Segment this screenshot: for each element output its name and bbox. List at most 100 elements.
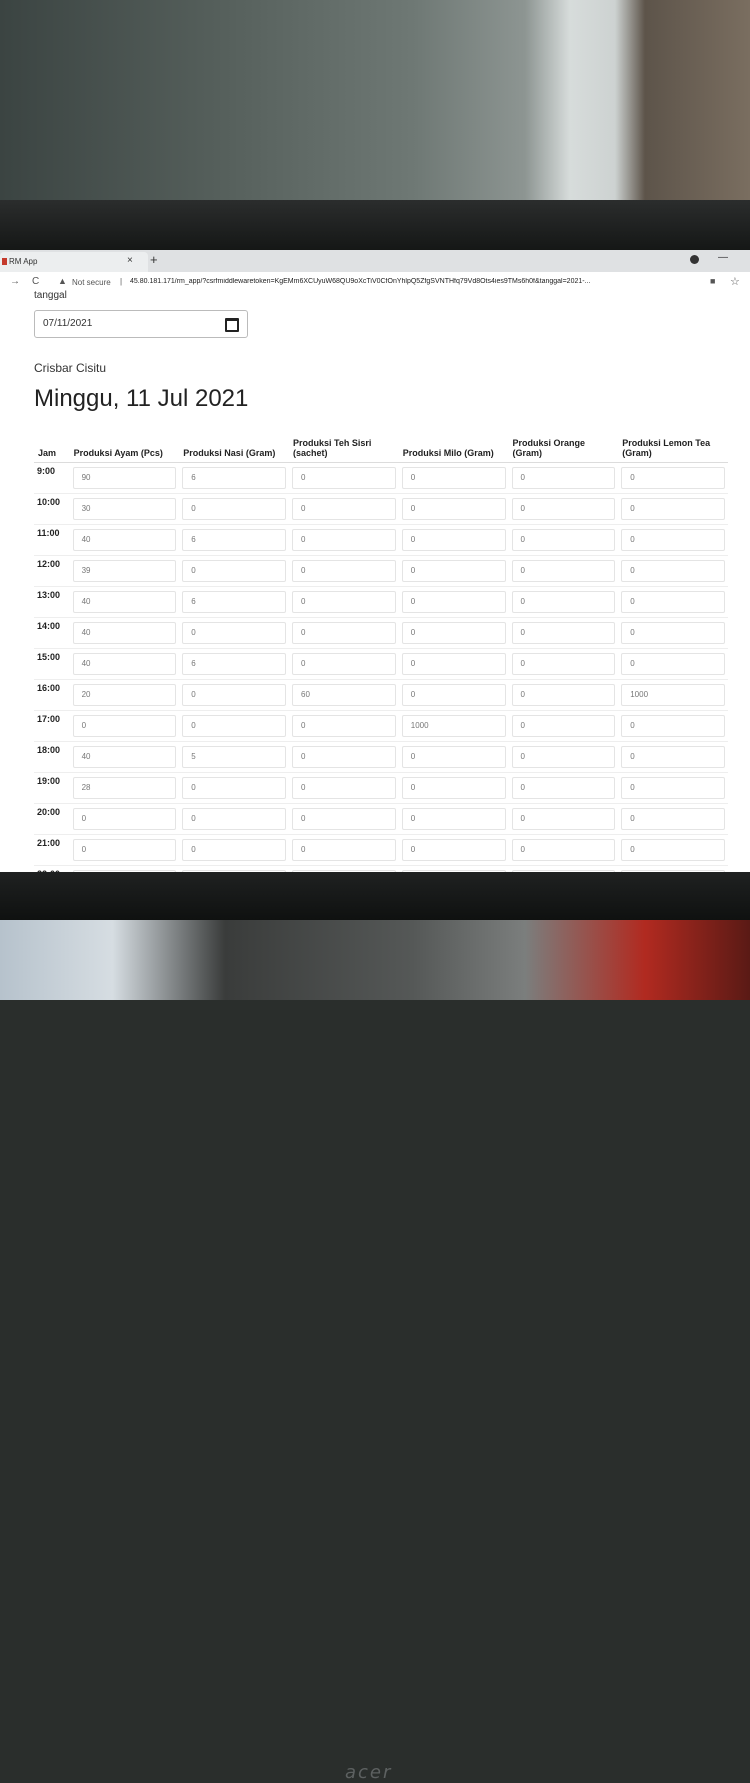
value-input[interactable]: 0 xyxy=(182,684,287,706)
value-input[interactable]: 40 xyxy=(72,529,177,551)
value-input[interactable]: 0 xyxy=(401,591,506,613)
value-input[interactable]: 0 xyxy=(621,839,725,861)
value-input[interactable]: 20 xyxy=(72,684,177,706)
value-input[interactable]: 0 xyxy=(72,839,177,861)
value-input[interactable]: 0 xyxy=(72,715,177,737)
value-input[interactable]: 0 xyxy=(621,808,725,830)
table-cell: 0 xyxy=(618,586,728,618)
value-input[interactable]: 0 xyxy=(401,529,506,551)
value-input[interactable]: 0 xyxy=(401,498,506,520)
value-input[interactable]: 0 xyxy=(292,715,396,737)
value-input[interactable]: 6 xyxy=(182,529,287,551)
value-input[interactable]: 6 xyxy=(182,653,287,675)
new-tab-button[interactable]: + xyxy=(150,252,158,267)
value-input[interactable]: 0 xyxy=(182,839,287,861)
value-input[interactable]: 0 xyxy=(621,746,725,768)
value-input[interactable]: 40 xyxy=(72,591,177,613)
table-row: 12:00 39 0 0 0 0 0 xyxy=(34,555,728,587)
table-cell: 0 xyxy=(508,834,619,866)
value-input[interactable]: 0 xyxy=(511,591,616,613)
value-input[interactable]: 0 xyxy=(621,591,725,613)
value-input[interactable]: 0 xyxy=(401,777,506,799)
value-input[interactable]: 5 xyxy=(182,746,287,768)
value-input[interactable]: 0 xyxy=(292,529,396,551)
value-input[interactable]: 0 xyxy=(292,560,396,582)
extension-icon[interactable]: ■ xyxy=(710,276,715,286)
record-icon[interactable] xyxy=(690,255,699,264)
date-input[interactable]: 07/11/2021 xyxy=(34,310,248,338)
url-text[interactable]: 45.80.181.171/rm_app/?csrfmiddlewaretoke… xyxy=(130,278,700,285)
value-input[interactable]: 0 xyxy=(401,467,506,489)
value-input[interactable]: 40 xyxy=(72,653,177,675)
value-input[interactable]: 0 xyxy=(621,529,725,551)
value-input[interactable]: 0 xyxy=(401,839,506,861)
bookmark-star-icon[interactable]: ☆ xyxy=(730,275,740,288)
value-input[interactable]: 40 xyxy=(72,746,177,768)
value-input[interactable]: 0 xyxy=(511,684,616,706)
value-input[interactable]: 0 xyxy=(292,777,396,799)
value-input[interactable]: 28 xyxy=(72,777,177,799)
calendar-icon[interactable] xyxy=(225,318,239,332)
value-input[interactable]: 90 xyxy=(72,467,177,489)
value-input[interactable]: 6 xyxy=(182,591,287,613)
value-input[interactable]: 0 xyxy=(621,560,725,582)
table-cell: 0 xyxy=(398,803,509,835)
value-input[interactable]: 0 xyxy=(621,715,725,737)
value-input[interactable]: 0 xyxy=(511,622,616,644)
value-input[interactable]: 0 xyxy=(511,777,616,799)
value-input[interactable]: 0 xyxy=(511,498,616,520)
value-input[interactable]: 0 xyxy=(511,467,616,489)
table-cell: 0 xyxy=(618,772,728,804)
browser-tab[interactable]: RM App × xyxy=(0,252,148,272)
value-input[interactable]: 0 xyxy=(401,808,506,830)
row-time: 21:00 xyxy=(34,834,70,866)
forward-arrow-icon[interactable]: → xyxy=(10,276,20,287)
value-input[interactable]: 0 xyxy=(182,808,287,830)
value-input[interactable]: 0 xyxy=(292,622,396,644)
value-input[interactable]: 0 xyxy=(511,529,616,551)
value-input[interactable]: 0 xyxy=(621,777,725,799)
value-input[interactable]: 6 xyxy=(182,467,287,489)
desk-background xyxy=(0,920,750,1000)
value-input[interactable]: 0 xyxy=(182,715,287,737)
value-input[interactable]: 1000 xyxy=(621,684,725,706)
reload-icon[interactable]: C xyxy=(32,276,39,287)
value-input[interactable]: 0 xyxy=(511,560,616,582)
value-input[interactable]: 0 xyxy=(401,560,506,582)
value-input[interactable]: 0 xyxy=(511,653,616,675)
security-label[interactable]: Not secure xyxy=(72,278,111,287)
value-input[interactable]: 0 xyxy=(292,653,396,675)
value-input[interactable]: 40 xyxy=(72,622,177,644)
value-input[interactable]: 0 xyxy=(511,746,616,768)
value-input[interactable]: 0 xyxy=(72,808,177,830)
value-input[interactable]: 0 xyxy=(511,715,616,737)
value-input[interactable]: 0 xyxy=(182,560,287,582)
value-input[interactable]: 1000 xyxy=(401,715,506,737)
value-input[interactable]: 39 xyxy=(72,560,177,582)
value-input[interactable]: 0 xyxy=(621,653,725,675)
value-input[interactable]: 0 xyxy=(401,746,506,768)
value-input[interactable]: 0 xyxy=(292,591,396,613)
value-input[interactable]: 0 xyxy=(621,467,725,489)
value-input[interactable]: 0 xyxy=(292,746,396,768)
value-input[interactable]: 0 xyxy=(292,467,396,489)
table-cell: 20 xyxy=(69,679,180,711)
value-input[interactable]: 0 xyxy=(182,622,287,644)
value-input[interactable]: 0 xyxy=(511,839,616,861)
value-input[interactable]: 0 xyxy=(511,808,616,830)
value-input[interactable]: 0 xyxy=(292,839,396,861)
value-input[interactable]: 30 xyxy=(72,498,177,520)
value-input[interactable]: 0 xyxy=(401,684,506,706)
value-input[interactable]: 60 xyxy=(292,684,396,706)
address-bar[interactable]: → C ▲ Not secure | 45.80.181.171/rm_app/… xyxy=(0,272,750,295)
close-icon[interactable]: × xyxy=(127,255,133,266)
value-input[interactable]: 0 xyxy=(292,498,396,520)
minimize-icon[interactable]: — xyxy=(718,252,728,263)
value-input[interactable]: 0 xyxy=(401,622,506,644)
value-input[interactable]: 0 xyxy=(401,653,506,675)
value-input[interactable]: 0 xyxy=(182,777,287,799)
value-input[interactable]: 0 xyxy=(621,498,725,520)
value-input[interactable]: 0 xyxy=(292,808,396,830)
value-input[interactable]: 0 xyxy=(621,622,725,644)
value-input[interactable]: 0 xyxy=(182,498,287,520)
